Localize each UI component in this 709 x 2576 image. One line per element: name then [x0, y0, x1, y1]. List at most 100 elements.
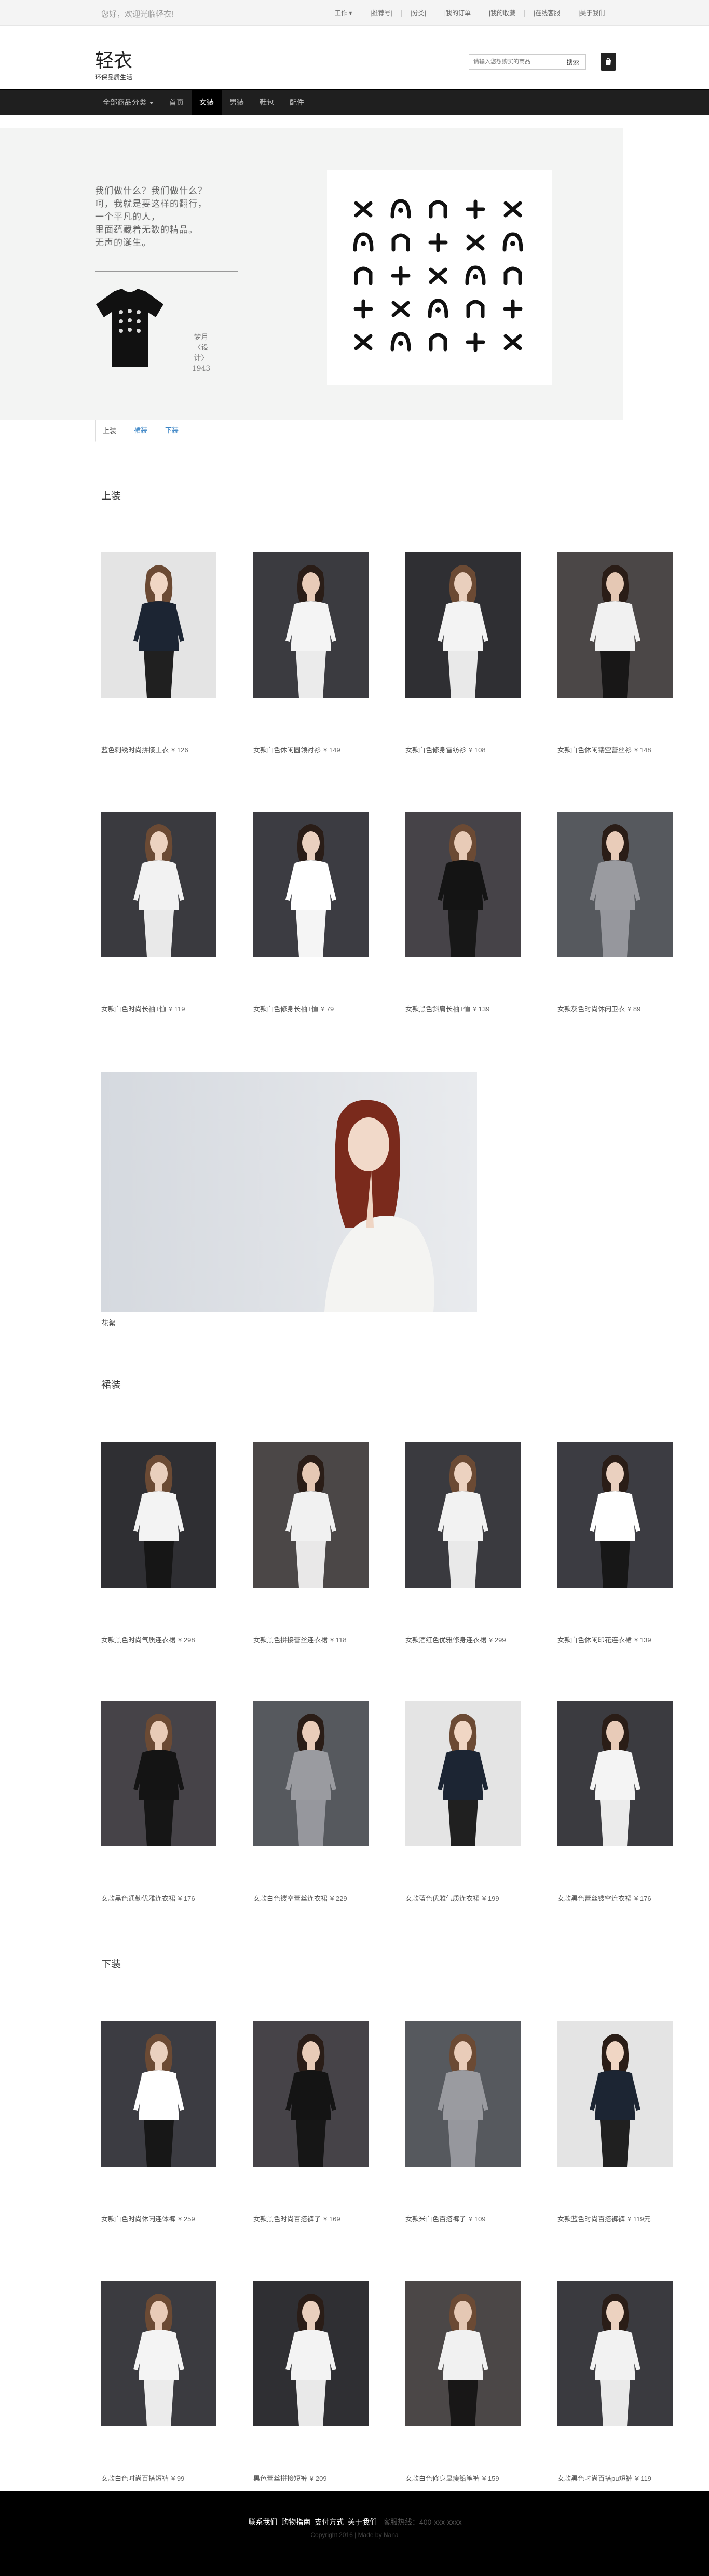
- product-label[interactable]: 黑色蕾丝拼接短裤 ¥ 209: [253, 2473, 409, 2483]
- tab-tops[interactable]: 上装: [95, 420, 124, 442]
- product-card[interactable]: 蓝色刺绣时尚拼接上衣 ¥ 126: [101, 552, 216, 754]
- product-image[interactable]: [557, 552, 673, 698]
- product-card[interactable]: 女款黑色拼接蕾丝连衣裙 ¥ 118: [253, 1442, 369, 1644]
- product-label[interactable]: 女款黑色蕾丝镂空连衣裙 ¥ 176: [557, 1893, 709, 1903]
- product-card[interactable]: 女款白色休闲镂空蕾丝衫 ¥ 148: [557, 552, 673, 754]
- product-image[interactable]: [405, 1442, 521, 1588]
- cart-button[interactable]: [601, 53, 616, 71]
- nav-item-accessories[interactable]: 配件: [282, 90, 312, 115]
- product-label[interactable]: 女款黑色斜肩长袖T恤 ¥ 139: [405, 1004, 561, 1014]
- product-image[interactable]: [253, 552, 369, 698]
- product-card[interactable]: 女款黑色时尚百搭裤子 ¥ 169: [253, 2021, 369, 2223]
- product-image[interactable]: [405, 552, 521, 698]
- product-label[interactable]: 女款白色修身长袖T恤 ¥ 79: [253, 1004, 409, 1014]
- search-button[interactable]: 搜索: [560, 54, 586, 70]
- product-label[interactable]: 女款蓝色时尚百搭裤裤 ¥ 119元: [557, 2214, 709, 2223]
- nav-item-men[interactable]: 男装: [222, 90, 252, 115]
- product-card[interactable]: 黑色蕾丝拼接短裤 ¥ 209: [253, 2281, 369, 2483]
- product-price: ¥ 149: [323, 746, 340, 754]
- product-label[interactable]: 女款黑色时尚百搭裤子 ¥ 169: [253, 2214, 409, 2223]
- top-link-service[interactable]: |在线客服: [524, 9, 569, 17]
- product-label[interactable]: 女款白色修身雪纺衫 ¥ 108: [405, 745, 561, 754]
- product-label[interactable]: 女款白色修身显瘦铅笔裤 ¥ 159: [405, 2473, 561, 2483]
- product-card[interactable]: 女款米白色百搭裤子 ¥ 109: [405, 2021, 521, 2223]
- product-image[interactable]: [253, 2021, 369, 2167]
- product-card[interactable]: 女款蓝色优雅气质连衣裙 ¥ 199: [405, 1701, 521, 1903]
- top-link-orders[interactable]: |我的订单: [434, 9, 480, 17]
- product-card[interactable]: 女款白色时尚百搭短裤 ¥ 99: [101, 2281, 216, 2483]
- brand-logo[interactable]: 轻衣: [95, 46, 132, 73]
- product-image[interactable]: [253, 2281, 369, 2426]
- product-image[interactable]: [101, 552, 216, 698]
- product-image[interactable]: [557, 1701, 673, 1846]
- product-image[interactable]: [101, 2281, 216, 2426]
- top-link-favorites[interactable]: |我的收藏: [479, 9, 524, 17]
- product-card[interactable]: 女款灰色时尚休闲卫衣 ¥ 89: [557, 812, 673, 1013]
- product-card[interactable]: 女款白色休闲印花连衣裙 ¥ 139: [557, 1442, 673, 1644]
- product-card[interactable]: 女款白色镂空蕾丝连衣裙 ¥ 229: [253, 1701, 369, 1903]
- product-image[interactable]: [101, 1442, 216, 1588]
- product-card[interactable]: 女款白色修身显瘦铅笔裤 ¥ 159: [405, 2281, 521, 2483]
- search-bar: 搜索: [469, 54, 586, 70]
- product-label[interactable]: 女款黑色时尚气质连衣裙 ¥ 298: [101, 1635, 257, 1644]
- product-image[interactable]: [253, 812, 369, 957]
- product-label[interactable]: 女款酒红色优雅修身连衣裙 ¥ 299: [405, 1635, 561, 1644]
- product-image[interactable]: [557, 1442, 673, 1588]
- tab-bottoms[interactable]: 下装: [157, 420, 186, 441]
- product-label[interactable]: 女款黑色通勤优雅连衣裙 ¥ 176: [101, 1893, 257, 1903]
- hero-divider: [95, 271, 238, 272]
- product-label[interactable]: 女款白色时尚长袖T恤 ¥ 119: [101, 1004, 257, 1014]
- product-card[interactable]: 女款白色修身雪纺衫 ¥ 108: [405, 552, 521, 754]
- product-card[interactable]: 女款白色时尚休闲连体裤 ¥ 259: [101, 2021, 216, 2223]
- footer-link-about[interactable]: 关于我们: [348, 2518, 377, 2526]
- footer-link-guide[interactable]: 购物指南: [281, 2518, 310, 2526]
- footer-link-contact[interactable]: 联系我们: [248, 2518, 277, 2526]
- product-card[interactable]: 女款黑色斜肩长袖T恤 ¥ 139: [405, 812, 521, 1013]
- product-label[interactable]: 蓝色刺绣时尚拼接上衣 ¥ 126: [101, 745, 257, 754]
- feature-photo[interactable]: [101, 1072, 477, 1312]
- product-image[interactable]: [101, 812, 216, 957]
- product-card[interactable]: 女款蓝色时尚百搭裤裤 ¥ 119元: [557, 2021, 673, 2223]
- nav-item-home[interactable]: 首页: [161, 90, 192, 115]
- product-label[interactable]: 女款白色休闲镂空蕾丝衫 ¥ 148: [557, 745, 709, 754]
- search-input[interactable]: [469, 54, 560, 70]
- top-link-category[interactable]: |分类|: [401, 9, 435, 17]
- product-label[interactable]: 女款灰色时尚休闲卫衣 ¥ 89: [557, 1004, 709, 1014]
- product-label[interactable]: 女款米白色百搭裤子 ¥ 109: [405, 2214, 561, 2223]
- product-card[interactable]: 女款黑色通勤优雅连衣裙 ¥ 176: [101, 1701, 216, 1903]
- product-label[interactable]: 女款白色休闲印花连衣裙 ¥ 139: [557, 1635, 709, 1644]
- product-card[interactable]: 女款白色时尚长袖T恤 ¥ 119: [101, 812, 216, 1013]
- product-image[interactable]: [101, 2021, 216, 2167]
- product-card[interactable]: 女款白色修身长袖T恤 ¥ 79: [253, 812, 369, 1013]
- product-label[interactable]: 女款白色镂空蕾丝连衣裙 ¥ 229: [253, 1893, 409, 1903]
- product-image[interactable]: [405, 812, 521, 957]
- product-image[interactable]: [557, 2021, 673, 2167]
- product-image[interactable]: [253, 1442, 369, 1588]
- footer-link-payment[interactable]: 支付方式: [315, 2518, 344, 2526]
- nav-item-shoes-bags[interactable]: 鞋包: [252, 90, 282, 115]
- product-image[interactable]: [405, 1701, 521, 1846]
- product-image[interactable]: [405, 2281, 521, 2426]
- product-image[interactable]: [101, 1701, 216, 1846]
- product-label[interactable]: 女款黑色时尚百搭pu短裤 ¥ 119: [557, 2473, 709, 2483]
- product-label[interactable]: 女款白色时尚休闲连体裤 ¥ 259: [101, 2214, 257, 2223]
- top-link-work[interactable]: 工作 ▾: [326, 9, 361, 17]
- product-label[interactable]: 女款蓝色优雅气质连衣裙 ¥ 199: [405, 1893, 561, 1903]
- product-card[interactable]: 女款白色休闲圆领衬衫 ¥ 149: [253, 552, 369, 754]
- product-label[interactable]: 女款白色休闲圆领衬衫 ¥ 149: [253, 745, 409, 754]
- top-link-recommend[interactable]: |推荐号|: [361, 9, 401, 17]
- nav-item-women[interactable]: 女装: [192, 90, 222, 115]
- product-image[interactable]: [557, 2281, 673, 2426]
- nav-all-categories[interactable]: 全部商品分类: [95, 90, 161, 115]
- top-link-about[interactable]: |关于我们: [569, 9, 613, 17]
- tab-dresses[interactable]: 裙装: [126, 420, 155, 441]
- product-label[interactable]: 女款黑色拼接蕾丝连衣裙 ¥ 118: [253, 1635, 409, 1644]
- product-card[interactable]: 女款黑色蕾丝镂空连衣裙 ¥ 176: [557, 1701, 673, 1903]
- product-card[interactable]: 女款黑色时尚百搭pu短裤 ¥ 119: [557, 2281, 673, 2483]
- product-image[interactable]: [405, 2021, 521, 2167]
- product-card[interactable]: 女款酒红色优雅修身连衣裙 ¥ 299: [405, 1442, 521, 1644]
- product-image[interactable]: [557, 812, 673, 957]
- product-image[interactable]: [253, 1701, 369, 1846]
- product-label[interactable]: 女款白色时尚百搭短裤 ¥ 99: [101, 2473, 257, 2483]
- product-card[interactable]: 女款黑色时尚气质连衣裙 ¥ 298: [101, 1442, 216, 1644]
